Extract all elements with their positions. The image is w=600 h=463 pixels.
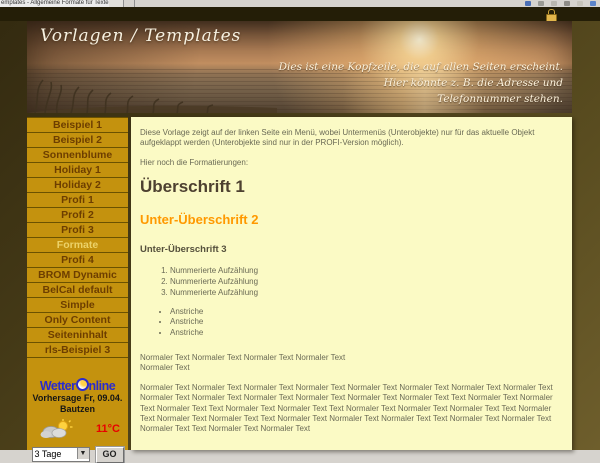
partly-cloudy-icon	[39, 419, 73, 439]
intro-paragraph-2: Hier noch die Formatierungen:	[140, 158, 563, 168]
browser-chrome: emplates - Allgemeine Formate für Texte …	[0, 0, 600, 7]
menu-item-holiday-1[interactable]: Holiday 1	[27, 163, 128, 178]
menu-item-brom-dynamic[interactable]: BROM Dynamic	[27, 268, 128, 283]
main-menu: Beispiel 1 Beispiel 2 Sonnenblume Holida…	[27, 117, 128, 358]
menu-item-sonnenblume[interactable]: Sonnenblume	[27, 148, 128, 163]
menu-item-beispiel-2[interactable]: Beispiel 2	[27, 133, 128, 148]
browser-tab-stub[interactable]	[109, 0, 124, 7]
menu-item-only-content[interactable]: Only Content	[27, 313, 128, 328]
numbered-list-item: Nummerierte Aufzählung	[170, 266, 563, 277]
forecast-range-select[interactable]: 3 Tage ▼	[32, 447, 90, 462]
webpage-background: Vorlagen / Templates Dies ist eine Kopfz…	[0, 7, 600, 450]
heading-3: Unter-Überschrift 3	[140, 244, 563, 255]
tagline-line: Hier könnte z. B. die Adresse und	[279, 76, 563, 92]
bullet-list-item: Anstriche	[170, 317, 563, 328]
temperature-value: 11°C	[96, 423, 120, 435]
sidebar: Beispiel 1 Beispiel 2 Sonnenblume Holida…	[27, 117, 128, 450]
bullet-list-item: Anstriche	[170, 307, 563, 318]
menu-item-holiday-2[interactable]: Holiday 2	[27, 178, 128, 193]
minimize-icon[interactable]	[551, 1, 557, 6]
header-image: Vorlagen / Templates Dies ist eine Kopfz…	[27, 21, 572, 113]
normal-text-paragraph-long: Normaler Text Normaler Text Normaler Tex…	[140, 383, 563, 435]
menu-item-profi-3[interactable]: Profi 3	[27, 223, 128, 238]
page-icon[interactable]	[577, 1, 583, 6]
menu-item-profi-2[interactable]: Profi 2	[27, 208, 128, 223]
heading-1: Überschrift 1	[140, 177, 563, 197]
bookmark-icon[interactable]	[525, 1, 531, 6]
browser-tab[interactable]: emplates - Allgemeine Formate für Texte …	[0, 0, 110, 7]
help-icon[interactable]	[590, 1, 596, 6]
bullet-list: Anstriche Anstriche Anstriche	[140, 307, 563, 339]
lock-icon[interactable]	[546, 9, 557, 20]
tagline-line: Dies ist eine Kopfzeile, die auf allen S…	[279, 60, 563, 76]
bullet-list-item: Anstriche	[170, 328, 563, 339]
menu-item-rls-beispiel-3[interactable]: rls-Beispiel 3	[27, 343, 128, 358]
browser-toolbar	[525, 0, 596, 7]
numbered-list-item: Nummerierte Aufzählung	[170, 288, 563, 299]
forecast-city-label: Bautzen	[27, 404, 128, 415]
menu-item-profi-4[interactable]: Profi 4	[27, 253, 128, 268]
dune-grass-graphic	[27, 77, 277, 113]
numbered-list-item: Nummerierte Aufzählung	[170, 277, 563, 288]
forecast-date-label: Vorhersage Fr, 09.04.	[27, 393, 128, 404]
site-title: Vorlagen / Templates	[40, 26, 241, 46]
browser-tab-stub[interactable]	[124, 0, 135, 7]
header-tagline: Dies ist eine Kopfzeile, die auf allen S…	[279, 60, 563, 107]
wetteronline-o-icon	[76, 378, 89, 391]
menu-item-profi-1[interactable]: Profi 1	[27, 193, 128, 208]
tagline-line: Telefonnummer stehen.	[279, 92, 563, 108]
content-area: Diese Vorlage zeigt auf der linken Seite…	[131, 117, 572, 450]
window-icon[interactable]	[564, 1, 570, 6]
menu-item-simple[interactable]: Simple	[27, 298, 128, 313]
page-top-strip	[0, 7, 600, 21]
menu-item-beispiel-1[interactable]: Beispiel 1	[27, 118, 128, 133]
wetteronline-logo[interactable]: Wetternline	[27, 378, 128, 393]
heading-2: Unter-Überschrift 2	[140, 212, 563, 227]
menu-item-seiteninhalt[interactable]: Seiteninhalt	[27, 328, 128, 343]
panels-icon[interactable]	[538, 1, 544, 6]
menu-item-formate[interactable]: Formate	[27, 238, 128, 253]
menu-item-belcal-default[interactable]: BelCal default	[27, 283, 128, 298]
normal-text-paragraph: Normaler Text Normaler Text Normaler Tex…	[140, 353, 563, 374]
numbered-list: Nummerierte Aufzählung Nummerierte Aufzä…	[140, 266, 563, 298]
intro-paragraph: Diese Vorlage zeigt auf der linken Seite…	[140, 128, 563, 149]
go-button[interactable]: GO	[96, 447, 124, 463]
site-container: Vorlagen / Templates Dies ist eine Kopfz…	[27, 21, 572, 450]
